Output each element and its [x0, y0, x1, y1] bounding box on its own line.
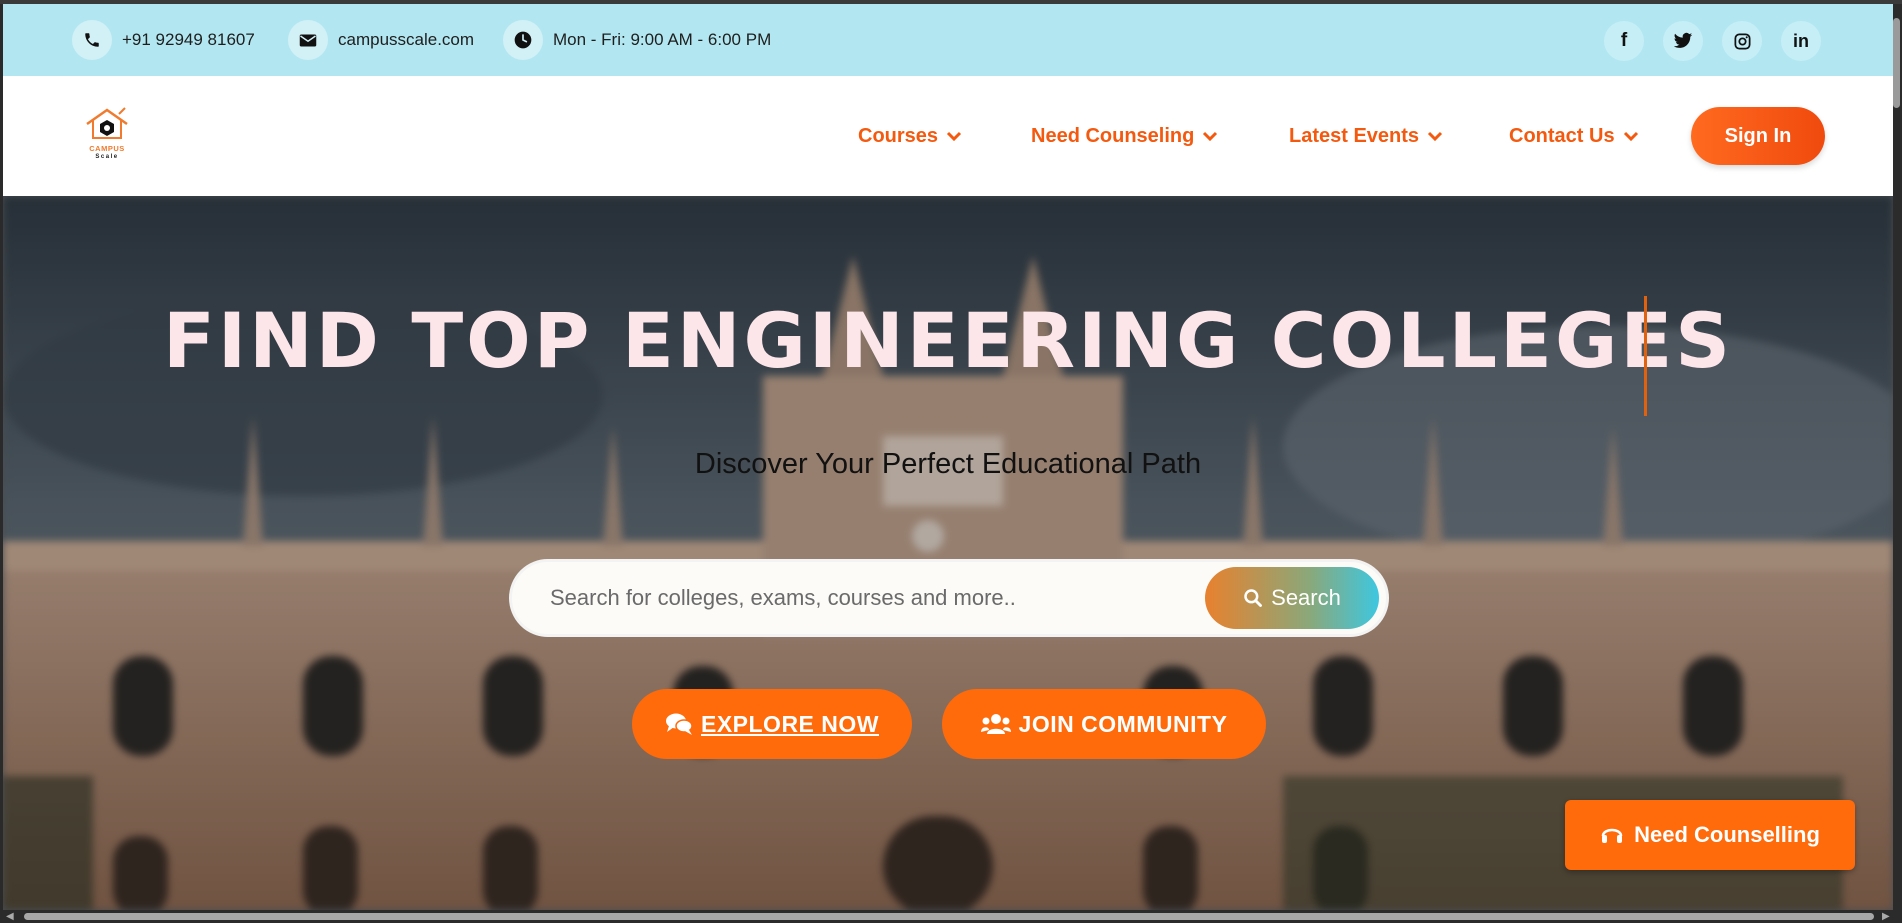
- campus-scale-logo[interactable]: CAMPUS Scale: [81, 104, 133, 166]
- search-input[interactable]: [548, 562, 1168, 634]
- typing-cursor: [1644, 296, 1647, 416]
- twitter-icon[interactable]: [1663, 21, 1703, 61]
- join-community-label: JOIN COMMUNITY: [1018, 710, 1228, 737]
- nav-events-label: Latest Events: [1289, 124, 1420, 147]
- explore-now-button[interactable]: EXPLORE NOW: [632, 689, 912, 759]
- email-info[interactable]: campusscale.com: [288, 4, 474, 76]
- search-button-label: Search: [1271, 585, 1341, 610]
- sign-in-button[interactable]: Sign In: [1691, 107, 1825, 165]
- phone-number: +91 92949 81607: [122, 30, 255, 49]
- hero-subtitle: Discover Your Perfect Educational Path: [694, 448, 1202, 480]
- chevron-down-icon: [946, 131, 962, 141]
- headset-icon: [1601, 828, 1623, 843]
- nav-contact-label: Contact Us: [1509, 124, 1615, 147]
- vertical-scrollbar-thumb[interactable]: [1893, 18, 1900, 108]
- horizontal-scrollbar[interactable]: ◀ ▶: [0, 910, 1902, 923]
- phone-info[interactable]: +91 92949 81607: [72, 4, 255, 76]
- scroll-left-icon[interactable]: ◀: [6, 911, 14, 922]
- comments-icon: [665, 713, 693, 735]
- hours-info: Mon - Fri: 9:00 AM - 6:00 PM: [503, 4, 771, 76]
- nav-counseling-label: Need Counseling: [1031, 124, 1195, 147]
- linkedin-icon[interactable]: in: [1781, 21, 1821, 61]
- chevron-down-icon: [1203, 131, 1218, 141]
- chevron-down-icon: [1428, 131, 1443, 141]
- search-button[interactable]: Search: [1205, 567, 1379, 629]
- horizontal-scrollbar-thumb[interactable]: [24, 913, 1874, 920]
- users-icon: [980, 714, 1011, 734]
- social-links: f in: [1604, 21, 1821, 61]
- clock-icon: [503, 20, 543, 60]
- hero-title: FIND TOP ENGINEERING COLLEGES: [162, 296, 1733, 385]
- join-community-button[interactable]: JOIN COMMUNITY: [942, 689, 1266, 759]
- logo-tagline: Scale: [95, 154, 119, 160]
- nav-contact-us[interactable]: Contact Us: [1509, 76, 1639, 196]
- chevron-down-icon: [1623, 131, 1638, 141]
- phone-icon: [72, 20, 112, 60]
- nav-latest-events[interactable]: Latest Events: [1289, 76, 1443, 196]
- facebook-icon[interactable]: f: [1604, 21, 1644, 61]
- logo-icon: [86, 107, 128, 139]
- main-navbar: CAMPUS Scale Courses Need Counseling Lat…: [3, 76, 1893, 196]
- explore-now-label: EXPLORE NOW: [700, 710, 879, 737]
- logo-brand-name: CAMPUS: [89, 144, 125, 153]
- info-bar: +91 92949 81607 campusscale.com Mon - Fr…: [3, 4, 1893, 76]
- nav-courses[interactable]: Courses: [858, 76, 962, 196]
- hero-section: FIND TOP ENGINEERING COLLEGES Discover Y…: [3, 196, 1893, 910]
- search-bar: Search: [509, 559, 1389, 637]
- scroll-right-icon[interactable]: ▶: [1882, 911, 1890, 922]
- instagram-icon[interactable]: [1722, 21, 1762, 61]
- business-hours: Mon - Fri: 9:00 AM - 6:00 PM: [553, 30, 772, 49]
- vertical-scrollbar[interactable]: [1893, 4, 1902, 910]
- need-counselling-button[interactable]: Need Counselling: [1565, 800, 1855, 870]
- nav-courses-label: Courses: [858, 124, 939, 147]
- need-counselling-label: Need Counselling: [1634, 822, 1820, 847]
- nav-need-counseling[interactable]: Need Counseling: [1031, 76, 1218, 196]
- search-icon: [1244, 589, 1263, 607]
- email-address: campusscale.com: [338, 30, 475, 49]
- envelope-icon: [288, 20, 328, 60]
